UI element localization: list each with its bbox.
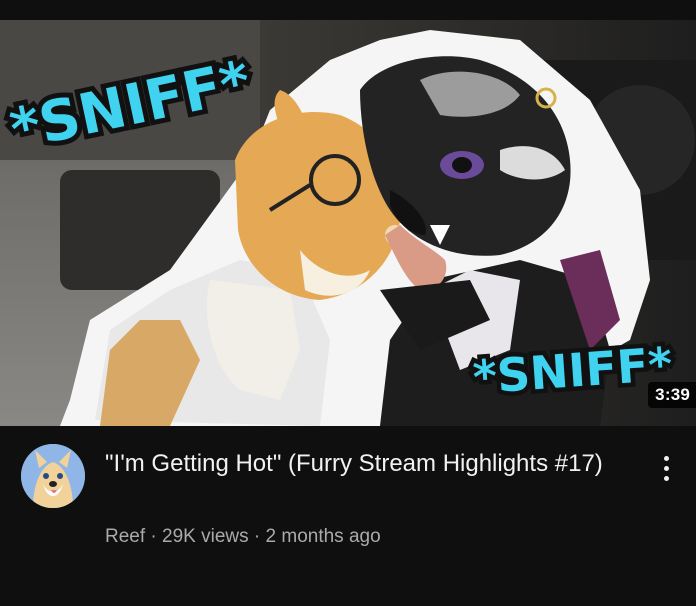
video-card-screen: *SNIFF* *SNIFF* 3:39 "I'm Getting Hot" (… [0, 0, 696, 606]
duration-badge: 3:39 [648, 382, 696, 408]
avatar-image [21, 444, 85, 508]
separator: · [248, 526, 266, 547]
more-dot-icon [663, 465, 669, 471]
video-title[interactable]: "I'm Getting Hot" (Furry Stream Highligh… [105, 448, 645, 480]
video-subtitle: Reef · 29K views · 2 months ago [105, 526, 381, 548]
thumbnail-image: *SNIFF* *SNIFF* [0, 20, 696, 426]
separator: · [145, 526, 163, 547]
view-count: 29K views [162, 526, 249, 547]
upload-age: 2 months ago [265, 526, 381, 547]
channel-avatar[interactable] [21, 444, 85, 508]
more-dot-icon [663, 455, 669, 461]
more-options-button[interactable] [650, 450, 682, 486]
more-dot-icon [663, 475, 669, 481]
top-strip [0, 0, 696, 20]
channel-name[interactable]: Reef [105, 526, 145, 547]
video-meta: "I'm Getting Hot" (Furry Stream Highligh… [0, 426, 696, 606]
video-thumbnail[interactable]: *SNIFF* *SNIFF* 3:39 [0, 20, 696, 426]
